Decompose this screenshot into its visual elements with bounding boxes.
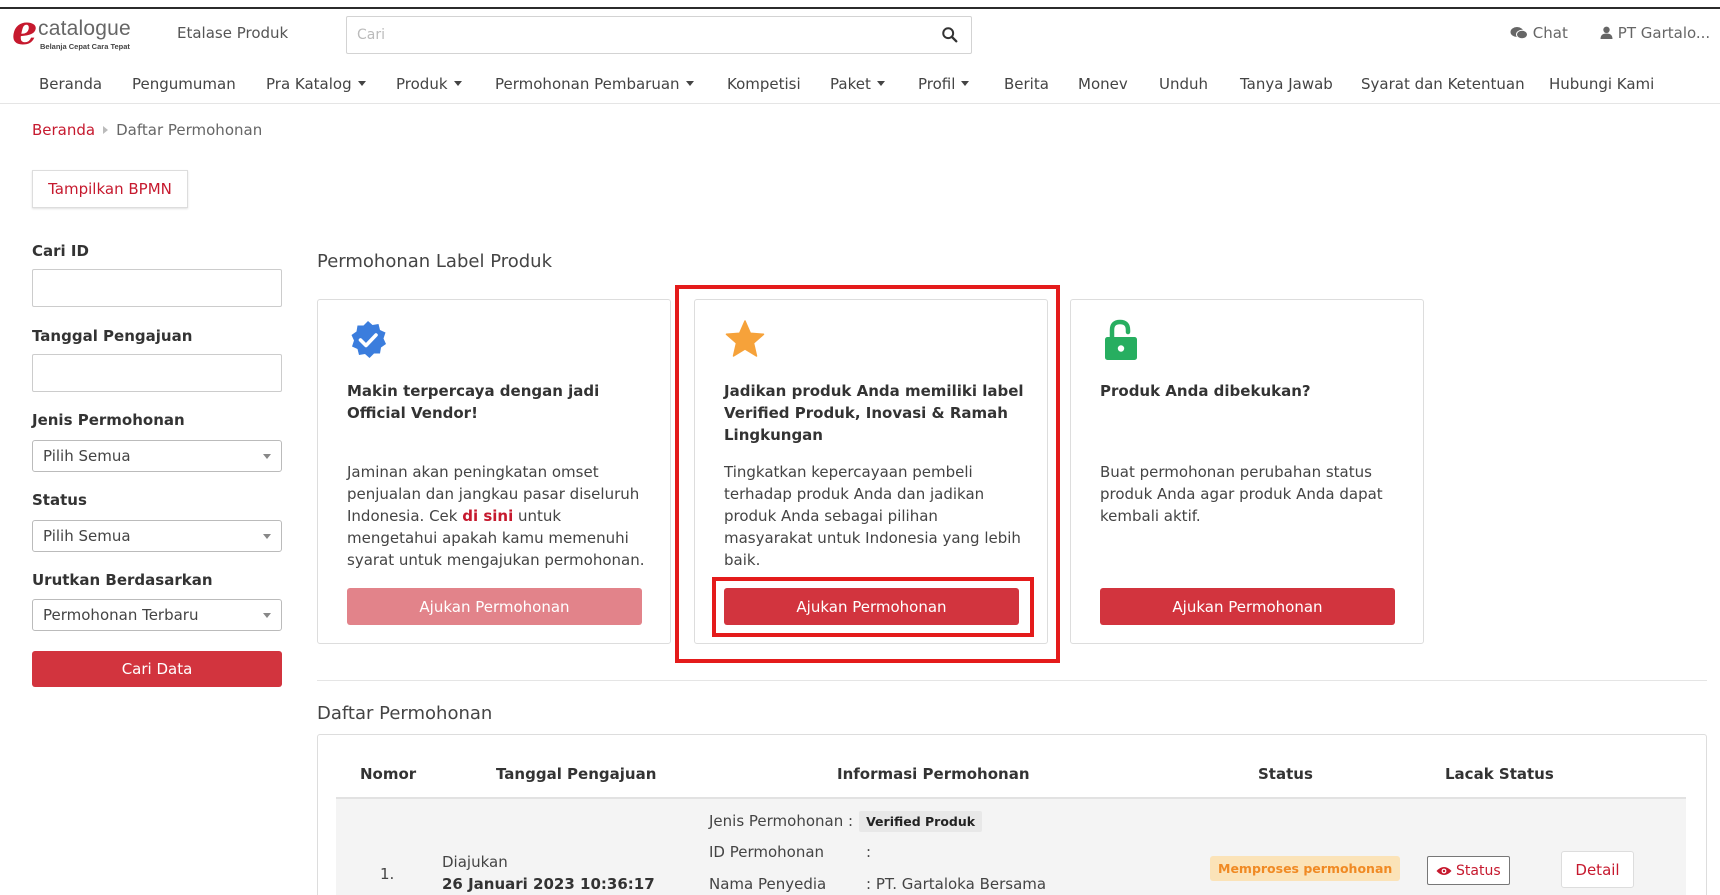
logo-wordmark: catalogue [38, 17, 131, 40]
cari-id-label: Cari ID [32, 242, 89, 260]
user-icon [1600, 26, 1613, 39]
produk-dibekukan-card: Produk Anda dibekukan? Buat permohonan p… [1070, 299, 1424, 644]
col-informasi-permohonan: Informasi Permohonan [837, 765, 1030, 783]
card-title: Produk Anda dibekukan? [1100, 382, 1311, 400]
nav-produk[interactable]: Produk [396, 75, 462, 93]
cari-data-button[interactable]: Cari Data [32, 651, 282, 687]
col-tanggal-pengajuan: Tanggal Pengajuan [496, 765, 657, 783]
ecatalogue-logo[interactable]: e catalogue Belanja Cepat Cara Tepat [12, 7, 147, 54]
nav-berita[interactable]: Berita [1004, 75, 1049, 93]
ajukan-official-vendor-button[interactable]: Ajukan Permohonan [347, 588, 642, 625]
nav-permohonan-pembaruan[interactable]: Permohonan Pembaruan [495, 75, 694, 93]
section-divider [317, 680, 1707, 681]
chat-label: Chat [1532, 24, 1568, 42]
urutkan-value: Permohonan Terbaru [43, 606, 199, 624]
nav-tanya-jawab[interactable]: Tanya Jawab [1240, 75, 1333, 93]
logo-e-glyph: e [12, 7, 38, 54]
row-nama-penyedia-key: Nama Penyedia [709, 875, 827, 893]
logo-tagline: Belanja Cepat Cara Tepat [40, 42, 130, 51]
nav-pra-katalog[interactable]: Pra Katalog [266, 75, 366, 93]
chevron-right-icon [103, 126, 109, 134]
official-vendor-card: Makin terpercaya dengan jadi Official Ve… [317, 299, 671, 644]
card-description: Buat permohonan perubahan status produk … [1100, 463, 1383, 525]
highlight-box-button [712, 577, 1034, 637]
dropdown-arrow-icon [263, 454, 271, 459]
chevron-down-icon [876, 81, 885, 86]
etalase-produk-link[interactable]: Etalase Produk [177, 24, 288, 42]
breadcrumb-current: Daftar Permohonan [116, 121, 263, 139]
chevron-down-icon [357, 81, 366, 86]
user-menu[interactable]: PT Gartalo... [1600, 24, 1710, 42]
tampilkan-bpmn-button[interactable]: Tampilkan BPMN [32, 170, 188, 208]
nav-kompetisi[interactable]: Kompetisi [727, 75, 801, 93]
col-status: Status [1258, 765, 1313, 783]
di-sini-link[interactable]: di sini [462, 507, 513, 525]
dropdown-arrow-icon [263, 534, 271, 539]
chevron-down-icon [961, 81, 970, 86]
nav-pengumuman[interactable]: Pengumuman [132, 75, 236, 93]
user-name: PT Gartalo... [1617, 24, 1711, 42]
status-badge: Memproses permohonan [1210, 856, 1401, 881]
lacak-status-button[interactable]: Status [1427, 856, 1510, 885]
row-nomor: 1. [380, 865, 395, 883]
unlock-icon [1105, 319, 1137, 360]
ajukan-produk-dibekukan-button[interactable]: Ajukan Permohonan [1100, 588, 1395, 625]
main-nav: Beranda Pengumuman Pra Katalog Produk Pe… [0, 66, 1720, 104]
chevron-down-icon [685, 81, 694, 86]
detail-button[interactable]: Detail [1561, 851, 1634, 888]
cari-id-input[interactable] [32, 269, 282, 307]
search-icon[interactable] [941, 26, 959, 44]
chevron-down-icon [453, 81, 462, 86]
table-row: 1. Diajukan 26 Januari 2023 10:36:17 Jen… [336, 799, 1686, 895]
nav-unduh[interactable]: Unduh [1159, 75, 1208, 93]
daftar-permohonan-title: Daftar Permohonan [317, 703, 493, 724]
row-id-permohonan-key: ID Permohonan [709, 843, 825, 861]
jenis-badge: Verified Produk [859, 811, 983, 832]
nav-beranda[interactable]: Beranda [39, 75, 102, 93]
dropdown-arrow-icon [263, 613, 271, 618]
jenis-permohonan-value: Pilih Semua [43, 447, 131, 465]
row-id-permohonan-sep: : [866, 843, 872, 861]
chat-icon [1510, 27, 1528, 40]
tanggal-pengajuan-input[interactable] [32, 354, 282, 392]
nav-profil[interactable]: Profil [918, 75, 970, 93]
col-nomor: Nomor [360, 765, 417, 783]
tanggal-pengajuan-label: Tanggal Pengajuan [32, 327, 193, 345]
row-tanggal-label: Diajukan [442, 853, 508, 871]
nav-monev[interactable]: Monev [1078, 75, 1128, 93]
card-title: Makin terpercaya dengan jadi Official Ve… [347, 382, 600, 422]
jenis-permohonan-select[interactable]: Pilih Semua [32, 440, 282, 472]
search-box [346, 16, 972, 54]
permohonan-label-title: Permohonan Label Produk [317, 251, 553, 272]
row-tanggal-value: 26 Januari 2023 10:36:17 [442, 875, 655, 893]
eye-icon [1436, 866, 1452, 875]
urutkan-label: Urutkan Berdasarkan [32, 571, 213, 589]
lacak-status-label: Status [1456, 862, 1501, 879]
chat-link[interactable]: Chat [1510, 24, 1568, 42]
permohonan-table: Nomor Tanggal Pengajuan Informasi Permoh… [317, 734, 1707, 895]
urutkan-select[interactable]: Permohonan Terbaru [32, 599, 282, 631]
nav-syarat-ketentuan[interactable]: Syarat dan Ketentuan [1361, 75, 1525, 93]
nav-paket[interactable]: Paket [830, 75, 885, 93]
site-header: e catalogue Belanja Cepat Cara Tepat Eta… [0, 7, 1720, 58]
card-description: Jaminan akan peningkatan omset penjualan… [347, 463, 645, 569]
status-label: Status [32, 491, 87, 509]
row-jenis-permohonan: Jenis Permohonan : Verified Produk [709, 811, 983, 832]
col-lacak-status: Lacak Status [1445, 765, 1554, 783]
status-value: Pilih Semua [43, 527, 131, 545]
jenis-permohonan-label: Jenis Permohonan [32, 411, 185, 429]
breadcrumb-home[interactable]: Beranda [32, 121, 95, 139]
nav-hubungi-kami[interactable]: Hubungi Kami [1549, 75, 1654, 93]
status-select[interactable]: Pilih Semua [32, 520, 282, 552]
row-nama-penyedia-value: : PT. Gartaloka Bersama [866, 875, 1047, 893]
search-input[interactable] [357, 17, 917, 53]
breadcrumb: Beranda Daftar Permohonan [32, 121, 262, 139]
verified-badge-icon [351, 321, 386, 358]
